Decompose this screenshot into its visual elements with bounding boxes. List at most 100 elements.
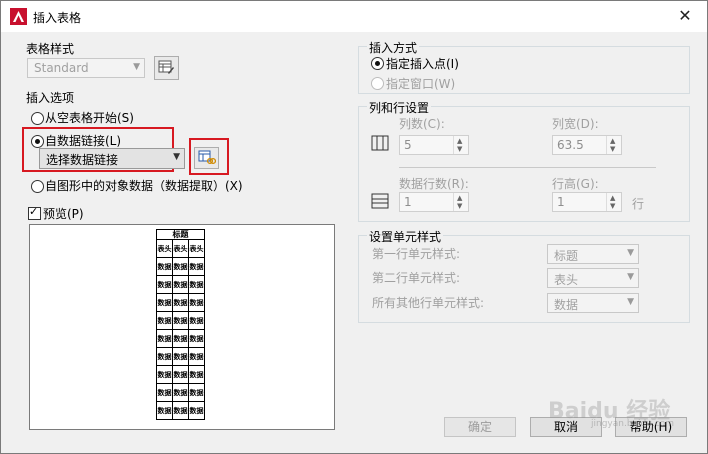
columns-spin-buttons[interactable]: ▲ ▼ [453, 136, 468, 154]
datalink-manager-button[interactable] [194, 147, 219, 169]
preview-data-cell: 数据 [156, 347, 173, 366]
radio-datalink[interactable] [31, 135, 44, 148]
preview-data-cell: 数据 [188, 365, 205, 384]
radio-object-data[interactable] [31, 180, 44, 193]
table-style-dialog-button[interactable] [154, 56, 179, 80]
preview-data-cell: 数据 [156, 401, 173, 420]
chevron-down-icon: ▼ [173, 152, 180, 162]
arrow-up-icon: ▲ [457, 137, 463, 145]
table-style-combo[interactable]: Standard ▼ [27, 58, 145, 78]
second-row-style-label: 第二行单元样式: [372, 271, 461, 285]
opt-window-label: 指定窗口(W) [386, 77, 456, 91]
preview-data-cell: 数据 [188, 383, 205, 402]
first-row-style-value: 标题 [554, 249, 579, 263]
arrow-up-icon: ▲ [610, 137, 616, 145]
preview-data-cell: 数据 [156, 257, 173, 276]
preview-data-row: 数据 数据 数据 [156, 329, 205, 348]
preview-header-cell: 表头 [156, 239, 173, 258]
insert-options-label: 插入选项 [26, 91, 75, 105]
row-col-label: 列和行设置 [367, 99, 432, 116]
other-rows-style-combo[interactable]: 数据 ▼ [547, 293, 639, 313]
second-row-style-value: 表头 [554, 273, 579, 287]
preview-data-row: 数据 数据 数据 [156, 311, 205, 330]
columns-stepper[interactable]: 5 ▲ ▼ [399, 135, 469, 155]
datalink-combo[interactable]: 选择数据链接 ▼ [39, 148, 185, 169]
other-rows-style-value: 数据 [554, 298, 579, 312]
columns-value: 5 [404, 138, 412, 152]
preview-data-row: 数据 数据 数据 [156, 293, 205, 312]
row-col-divider [399, 167, 656, 168]
col-width-spin-buttons[interactable]: ▲ ▼ [606, 136, 621, 154]
close-button[interactable]: ✕ [673, 5, 697, 27]
preview-data-cell: 数据 [188, 311, 205, 330]
opt-empty-label: 从空表格开始(S) [45, 111, 134, 125]
preview-checkbox[interactable] [28, 205, 41, 220]
preview-data-cell: 数据 [172, 311, 189, 330]
preview-data-cell: 数据 [172, 401, 189, 420]
preview-data-cell: 数据 [156, 383, 173, 402]
row-height-spin-buttons[interactable]: ▲ ▼ [606, 193, 621, 211]
preview-data-cell: 数据 [188, 329, 205, 348]
datalink-combo-value: 选择数据链接 [46, 153, 119, 167]
preview-data-cell: 数据 [172, 365, 189, 384]
preview-data-cell: 数据 [172, 383, 189, 402]
first-row-style-combo[interactable]: 标题 ▼ [547, 244, 639, 264]
preview-data-cell: 数据 [156, 275, 173, 294]
preview-title-cell: 标题 [156, 229, 205, 240]
preview-label: 预览(P) [43, 207, 84, 221]
window-title: 插入表格 [33, 11, 82, 25]
preview-data-row: 数据 数据 数据 [156, 347, 205, 366]
arrow-down-icon: ▼ [457, 202, 463, 210]
preview-data-cell: 数据 [172, 293, 189, 312]
cell-styles-label: 设置单元样式 [367, 228, 444, 245]
preview-data-row: 数据 数据 数据 [156, 365, 205, 384]
col-width-label: 列宽(D): [552, 117, 599, 131]
preview-data-cell: 数据 [172, 347, 189, 366]
preview-data-cell: 数据 [172, 275, 189, 294]
preview-data-cell: 数据 [172, 329, 189, 348]
col-width-stepper[interactable]: 63.5 ▲ ▼ [552, 135, 622, 155]
row-height-label: 行高(G): [552, 177, 599, 191]
table-edit-icon [158, 60, 174, 74]
preview-data-cell: 数据 [156, 311, 173, 330]
preview-data-cell: 数据 [156, 293, 173, 312]
columns-icon [371, 135, 389, 151]
data-rows-spin-buttons[interactable]: ▲ ▼ [453, 193, 468, 211]
row-height-stepper[interactable]: 1 ▲ ▼ [552, 192, 622, 212]
ok-button[interactable]: 确定 [444, 417, 516, 437]
arrow-up-icon: ▲ [457, 194, 463, 202]
radio-insert-point[interactable] [371, 57, 384, 70]
preview-data-row: 数据 数据 数据 [156, 257, 205, 276]
opt-point-label: 指定插入点(I) [386, 57, 459, 71]
preview-data-cell: 数据 [156, 365, 173, 384]
chevron-down-icon: ▼ [627, 297, 634, 307]
rows-icon [371, 193, 389, 209]
preview-data-cell: 数据 [156, 329, 173, 348]
chevron-down-icon: ▼ [133, 62, 140, 72]
table-style-value: Standard [34, 61, 89, 75]
columns-label: 列数(C): [399, 117, 445, 131]
second-row-style-combo[interactable]: 表头 ▼ [547, 268, 639, 288]
other-rows-style-label: 所有其他行单元样式: [372, 296, 485, 310]
radio-insert-window[interactable] [371, 77, 384, 90]
arrow-down-icon: ▼ [457, 145, 463, 153]
preview-header-cell: 表头 [188, 239, 205, 258]
preview-data-cell: 数据 [188, 275, 205, 294]
preview-pane: 标题 表头 表头 表头 数据 数据 数据 数据 数据 数据 数据 数据 数据 数据 数据 数据 数据 数据… [29, 224, 335, 430]
insert-table-dialog: 插入表格 ✕ 表格样式 Standard ▼ 插入选项 从空表格开始(S) 自数… [0, 0, 708, 454]
chevron-down-icon: ▼ [627, 248, 634, 258]
preview-data-row: 数据 数据 数据 [156, 275, 205, 294]
baidu-watermark-url: jingyan.baidu.com [591, 419, 675, 429]
arrow-up-icon: ▲ [610, 194, 616, 202]
data-rows-value: 1 [404, 195, 412, 209]
autocad-app-icon [10, 8, 27, 25]
preview-table: 标题 表头 表头 表头 数据 数据 数据 数据 数据 数据 数据 数据 数据 数据 数据 数据 数据 数据… [156, 229, 205, 420]
preview-data-row: 数据 数据 数据 [156, 401, 205, 420]
arrow-down-icon: ▼ [610, 145, 616, 153]
radio-empty-table[interactable] [31, 112, 44, 125]
preview-data-cell: 数据 [188, 401, 205, 420]
data-rows-stepper[interactable]: 1 ▲ ▼ [399, 192, 469, 212]
preview-data-cell: 数据 [188, 347, 205, 366]
arrow-down-icon: ▼ [610, 202, 616, 210]
row-height-value: 1 [557, 195, 565, 209]
